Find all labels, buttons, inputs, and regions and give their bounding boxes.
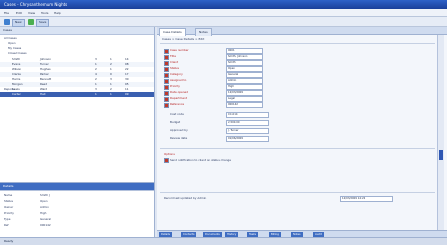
field-label: Status bbox=[170, 66, 179, 70]
tree-item[interactable]: All Cases bbox=[4, 36, 17, 40]
required-marker bbox=[164, 79, 169, 84]
tab-case-details[interactable]: Case Details bbox=[159, 28, 186, 36]
table-cell: 1 bbox=[95, 92, 97, 96]
table-cell: 09 bbox=[125, 92, 129, 96]
details-header: Details bbox=[0, 183, 154, 191]
field-input[interactable]: 000142 bbox=[226, 102, 263, 108]
option-text: Send notification to client on status ch… bbox=[170, 158, 231, 162]
detail-value: Open bbox=[40, 199, 48, 203]
status-bar: Ready bbox=[0, 237, 447, 245]
tree-item[interactable]: Open bbox=[8, 41, 15, 45]
field-label: Review date bbox=[170, 136, 188, 140]
field-label: Cost code bbox=[170, 112, 184, 116]
detail-value: General bbox=[40, 217, 52, 221]
field-input[interactable]: 2,500.00 bbox=[226, 120, 269, 126]
save-button[interactable]: Save bbox=[36, 19, 50, 27]
field-label: Client bbox=[170, 60, 179, 64]
scroll-thumb[interactable] bbox=[439, 150, 443, 160]
menu-item[interactable]: Help bbox=[54, 11, 61, 15]
table-cell: 1 bbox=[110, 92, 112, 96]
divider bbox=[160, 192, 435, 193]
detail-key: Ref bbox=[4, 223, 9, 227]
title-bar: Cases - Chrysanthemum Nights bbox=[0, 0, 447, 9]
detail-value: Admin bbox=[40, 205, 49, 209]
tree-item[interactable]: My Cases bbox=[8, 46, 21, 50]
detail-value: Smith J bbox=[40, 193, 50, 197]
divider bbox=[160, 148, 435, 149]
required-marker bbox=[164, 73, 169, 78]
field-input[interactable]: CC-014 bbox=[226, 112, 269, 118]
status-text: Ready bbox=[4, 239, 14, 243]
field-label: Budget bbox=[170, 120, 181, 124]
required-marker bbox=[164, 103, 169, 108]
vertical-scrollbar[interactable] bbox=[437, 35, 444, 230]
detail-value: High bbox=[40, 211, 47, 215]
field-label: Department bbox=[170, 96, 187, 100]
table-cell: Hall bbox=[40, 92, 46, 96]
detail-key: Owner bbox=[4, 205, 14, 209]
detail-key: Name bbox=[4, 193, 13, 197]
menu-item[interactable]: View bbox=[28, 11, 35, 15]
new-icon[interactable] bbox=[4, 19, 10, 25]
tab-strip: Case Details Notes bbox=[157, 27, 447, 36]
footer-value: 12/03/2009 14:22 bbox=[340, 196, 393, 202]
bottom-tab-strip: Details Contacts Documents History Tasks Bill… bbox=[157, 230, 447, 237]
table-row[interactable]: Carter Hall 1 1 09 bbox=[0, 92, 154, 97]
section-label: Options bbox=[164, 152, 175, 156]
table-cell: Carter bbox=[12, 92, 21, 96]
required-marker bbox=[164, 91, 169, 96]
editor-pane bbox=[157, 27, 447, 237]
detail-key: Status bbox=[4, 199, 13, 203]
menu-item[interactable]: Edit bbox=[16, 11, 22, 15]
detail-key: Priority bbox=[4, 211, 14, 215]
new-button[interactable]: New bbox=[12, 19, 25, 27]
menu-item[interactable]: File bbox=[4, 11, 9, 15]
field-input[interactable]: J. Turner bbox=[226, 128, 269, 134]
required-marker bbox=[164, 61, 169, 66]
detail-value: 000142 bbox=[40, 223, 51, 227]
field-label: Date opened bbox=[170, 90, 189, 94]
required-marker bbox=[164, 85, 169, 90]
toolbar: New Save bbox=[0, 17, 447, 27]
divider bbox=[160, 43, 435, 44]
notify-checkbox[interactable] bbox=[164, 158, 169, 163]
tab-notes[interactable]: Notes bbox=[195, 28, 212, 36]
menu-item[interactable]: Tools bbox=[41, 11, 48, 15]
window-title: Cases - Chrysanthemum Nights bbox=[4, 2, 68, 7]
field-label: Reference bbox=[170, 102, 185, 106]
save-icon[interactable] bbox=[28, 19, 34, 25]
field-label: Case number bbox=[170, 48, 189, 52]
field-label: Approved by bbox=[170, 128, 188, 132]
tree-item[interactable]: Closed Cases bbox=[8, 51, 27, 55]
details-pane: Details Name Smith J Status Open Owner Admin P… bbox=[0, 182, 155, 237]
required-marker bbox=[164, 55, 169, 60]
field-label: Category bbox=[170, 72, 183, 76]
footer-text: Record last updated by Admin bbox=[164, 196, 207, 200]
field-label: Title bbox=[170, 54, 176, 58]
required-marker bbox=[164, 67, 169, 72]
breadcrumb: Cases > Case Details > Edit bbox=[162, 37, 205, 41]
required-marker bbox=[164, 49, 169, 54]
detail-key: Type bbox=[4, 217, 11, 221]
field-label: Assigned to bbox=[170, 78, 187, 82]
field-label: Priority bbox=[170, 84, 180, 88]
required-marker bbox=[164, 97, 169, 102]
pane-header: Cases bbox=[0, 27, 154, 35]
menu-bar: File Edit View Tools Help bbox=[0, 9, 447, 17]
field-input[interactable]: 01/06/2009 bbox=[226, 136, 269, 142]
